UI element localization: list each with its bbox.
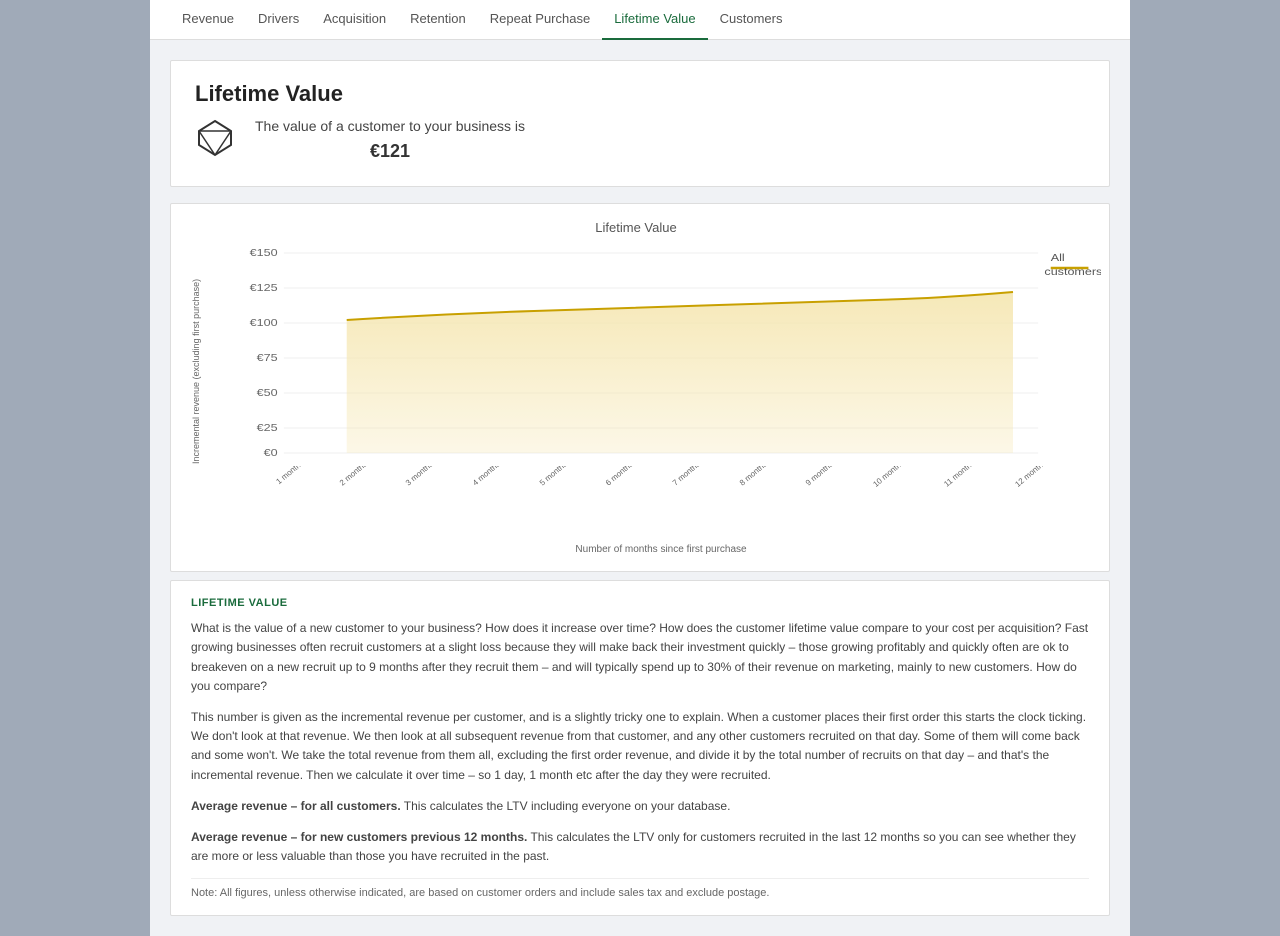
x-label-7: 7 months xyxy=(671,466,726,516)
info-paragraph-4: Average revenue – for new customers prev… xyxy=(191,828,1089,866)
value-amount: €121 xyxy=(255,137,525,166)
nav-bar: Revenue Drivers Acquisition Retention Re… xyxy=(150,0,1130,40)
info-card: LIFETIME VALUE What is the value of a ne… xyxy=(170,580,1110,916)
x-label-9: 9 months xyxy=(804,466,859,516)
x-label-2: 2 months xyxy=(338,466,393,516)
nav-item-repeat-purchase[interactable]: Repeat Purchase xyxy=(478,0,602,40)
info-paragraph-2: This number is given as the incremental … xyxy=(191,708,1089,785)
chart-title: Lifetime Value xyxy=(171,220,1101,235)
x-label-1: 1 month xyxy=(274,466,326,515)
x-label-8: 8 months xyxy=(737,466,792,516)
x-label-5: 5 months xyxy=(537,466,592,516)
y-axis-label-container: Incremental revenue (excluding first pur… xyxy=(171,243,221,555)
note-text: Note: All figures, unless otherwise indi… xyxy=(191,878,1089,899)
page-title: Lifetime Value xyxy=(195,81,1085,107)
svg-text:€100: €100 xyxy=(250,318,278,329)
svg-text:customers: customers xyxy=(1044,267,1101,278)
chart-card: Lifetime Value Incremental revenue (excl… xyxy=(170,203,1110,572)
paragraph4-label: Average revenue – for new customers prev… xyxy=(191,830,527,844)
nav-item-retention[interactable]: Retention xyxy=(398,0,478,40)
header-row: The value of a customer to your business… xyxy=(195,115,1085,166)
x-axis-title: Number of months since first purchase xyxy=(221,544,1101,555)
x-label-10: 10 months xyxy=(871,466,929,516)
header-card: Lifetime Value The value of a customer t… xyxy=(170,60,1110,187)
info-section-title: LIFETIME VALUE xyxy=(191,597,1089,609)
x-label-4: 4 months xyxy=(471,466,526,516)
nav-item-acquisition[interactable]: Acquisition xyxy=(311,0,398,40)
x-label-6: 6 months xyxy=(604,466,659,516)
svg-text:€75: €75 xyxy=(257,353,278,364)
nav-item-lifetime-value[interactable]: Lifetime Value xyxy=(602,0,707,40)
info-paragraph-1: What is the value of a new customer to y… xyxy=(191,619,1089,696)
x-label-12: 12 months xyxy=(1013,466,1046,516)
nav-item-customers[interactable]: Customers xyxy=(708,0,795,40)
svg-text:€0: €0 xyxy=(264,448,278,459)
x-label-11: 11 months xyxy=(942,466,1000,516)
nav-item-revenue[interactable]: Revenue xyxy=(170,0,246,40)
svg-text:€25: €25 xyxy=(257,423,278,434)
nav-item-drivers[interactable]: Drivers xyxy=(246,0,311,40)
svg-text:€150: €150 xyxy=(250,248,278,259)
info-paragraph-3: Average revenue – for all customers. Thi… xyxy=(191,797,1089,816)
page-wrapper: Revenue Drivers Acquisition Retention Re… xyxy=(150,0,1130,936)
paragraph3-label: Average revenue – for all customers. xyxy=(191,799,401,813)
chart-svg: €150 €125 €100 €75 €50 €25 €0 xyxy=(221,243,1101,463)
x-label-3: 3 months xyxy=(404,466,459,516)
svg-text:€50: €50 xyxy=(257,388,278,399)
y-axis-label: Incremental revenue (excluding first pur… xyxy=(191,334,201,464)
paragraph3-text: This calculates the LTV including everyo… xyxy=(401,799,731,813)
svg-text:All: All xyxy=(1051,253,1065,264)
value-statement: The value of a customer to your business… xyxy=(255,115,525,166)
diamond-icon xyxy=(195,117,235,165)
svg-text:€125: €125 xyxy=(250,283,278,294)
content-area: Lifetime Value The value of a customer t… xyxy=(150,40,1130,936)
